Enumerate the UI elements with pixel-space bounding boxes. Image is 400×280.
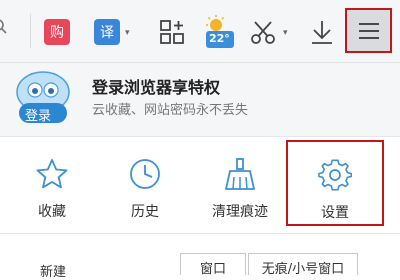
tile-clear-traces[interactable]: 清理痕迹	[196, 149, 284, 227]
tile-bookmarks[interactable]: 收藏	[14, 149, 90, 227]
broom-icon	[225, 158, 255, 190]
shopping-badge-label: 购	[50, 25, 64, 41]
tile-settings-label: 设置	[321, 205, 349, 221]
scissors-icon[interactable]	[250, 19, 276, 45]
translate-button[interactable]: 译	[94, 19, 120, 45]
section-divider	[0, 233, 400, 234]
translate-badge-label: 译	[100, 25, 114, 41]
section-divider	[0, 136, 400, 137]
tile-bookmarks-label: 收藏	[38, 204, 66, 220]
apps-icon[interactable]	[159, 19, 185, 45]
download-icon[interactable]	[309, 19, 335, 45]
translate-dropdown-icon[interactable]: ▾	[125, 28, 130, 38]
login-subtitle: 云收藏、网站密码永不丢失	[92, 103, 249, 118]
login-button-label[interactable]: 登录	[25, 105, 51, 124]
new-incognito-window-button[interactable]: 无痕/小号窗口	[248, 253, 358, 277]
clock-icon	[130, 159, 160, 189]
new-incognito-window-label: 无痕/小号窗口	[261, 262, 345, 277]
hamburger-menu-icon	[358, 22, 379, 39]
tile-clear-traces-label: 清理痕迹	[212, 204, 268, 220]
search-icon[interactable]	[0, 18, 8, 34]
main-menu-button[interactable]	[345, 8, 392, 53]
screenshot-dropdown-icon[interactable]: ▾	[283, 28, 288, 38]
shopping-button[interactable]: 购	[44, 19, 70, 45]
main-menu-panel: 登录 登录浏览器享特权 云收藏、网站密码永不丢失 收藏 历史 清理痕迹 设置	[0, 63, 400, 271]
weather-widget[interactable]: 22°	[203, 14, 237, 54]
login-section[interactable]: 登录 登录浏览器享特权 云收藏、网站密码永不丢失	[0, 63, 400, 136]
tile-settings[interactable]: 设置	[286, 140, 384, 226]
new-window-label: 窗口	[199, 262, 226, 277]
gear-icon	[318, 159, 352, 191]
toolbar-divider	[30, 14, 31, 48]
login-title[interactable]: 登录浏览器享特权	[92, 74, 220, 98]
new-window-button[interactable]: 窗口	[180, 253, 246, 277]
tile-history[interactable]: 历史	[107, 149, 183, 227]
tile-history-label: 历史	[131, 204, 159, 220]
weather-temperature: 22°	[209, 32, 230, 45]
browser-toolbar: 购 译 ▾ 22° ▾	[0, 0, 400, 63]
star-icon	[36, 159, 68, 189]
